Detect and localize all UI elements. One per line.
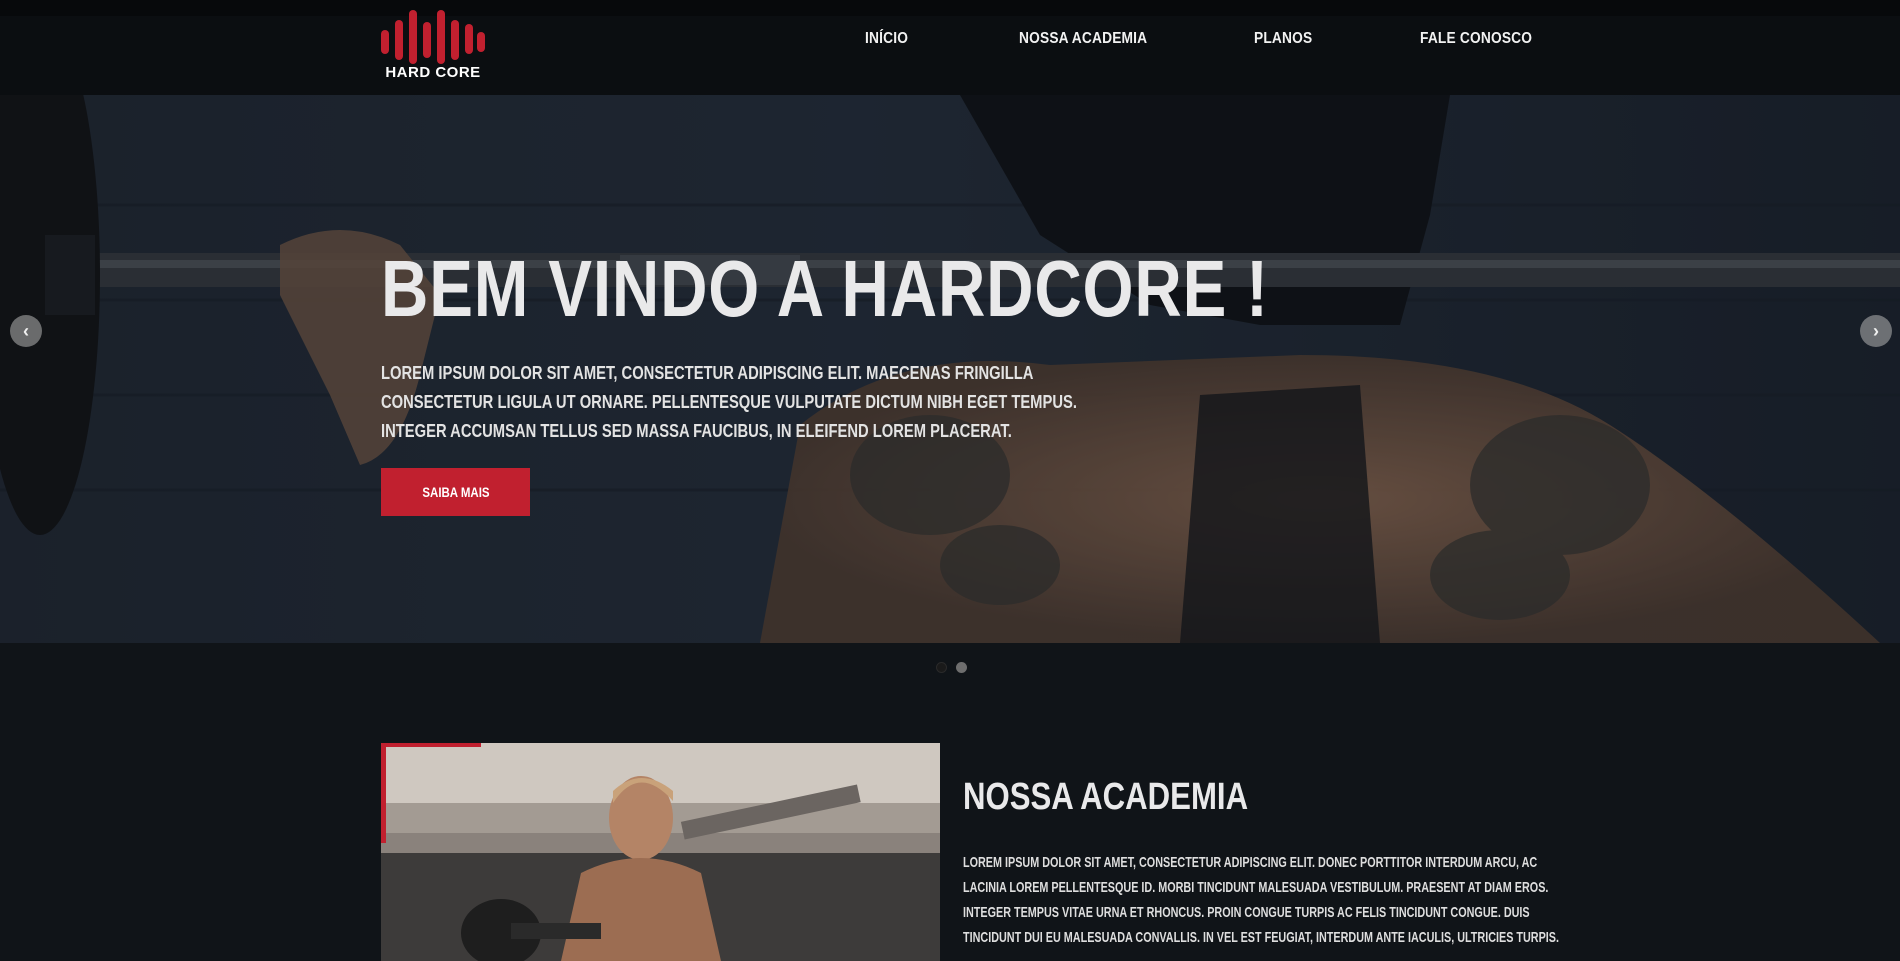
site-header: HARD CORE INÍCIO NOSSA ACADEMIA PLANOS F… [0,0,1900,95]
carousel-prev-button[interactable]: ‹ [10,315,42,347]
hero-title: BEM VINDO A HARDCORE ! [381,244,1269,333]
about-gym-image [381,743,940,961]
hero-description: LOREM IPSUM DOLOR SIT AMET, CONSECTETUR … [381,359,1077,446]
hero-description-line: LOREM IPSUM DOLOR SIT AMET, CONSECTETUR … [381,363,1034,383]
equalizer-logo-icon [381,10,485,64]
saiba-mais-button[interactable]: SAIBA MAIS [381,468,530,516]
nav-item-nossa-academia[interactable]: NOSSA ACADEMIA [1019,30,1147,48]
brand-logo[interactable]: HARD CORE [381,10,485,82]
about-title: NOSSA ACADEMIA [963,776,1249,818]
gym-photo [381,743,940,961]
saiba-mais-label: SAIBA MAIS [421,484,490,500]
chevron-right-icon: › [1873,321,1879,341]
about-image-accent-top [381,743,481,747]
about-description-line: INTEGER TEMPUS VITAE URNA ET RHONCUS. PR… [963,904,1530,921]
hero-carousel: ‹ › BEM VINDO A HARDCORE ! LOREM IPSUM D… [0,95,1900,643]
about-description-line: LOREM IPSUM DOLOR SIT AMET, CONSECTETUR … [963,854,1538,871]
about-description-line: LACINIA LOREM PELLENTESQUE ID. MORBI TIN… [963,879,1549,896]
nav-item-fale-conosco[interactable]: FALE CONOSCO [1420,30,1532,48]
about-description-line: TINCIDUNT DUI EU MALESUADA CONVALLIS. IN… [963,929,1560,946]
header-top-stripe [0,0,1900,16]
about-image-accent-left [381,743,386,843]
about-description: LOREM IPSUM DOLOR SIT AMET, CONSECTETUR … [963,850,1559,950]
carousel-next-button[interactable]: › [1860,315,1892,347]
hero-description-line: CONSECTETUR LIGULA UT ORNARE. PELLENTESQ… [381,392,1077,412]
carousel-dot-2[interactable] [956,662,967,673]
logo-text: HARD CORE [385,64,481,81]
hero-description-line: INTEGER ACCUMSAN TELLUS SED MASSA FAUCIB… [381,421,1012,441]
carousel-dot-1[interactable] [936,662,947,673]
nav-item-inicio[interactable]: INÍCIO [865,30,908,48]
nav-item-planos[interactable]: PLANOS [1254,30,1312,48]
chevron-left-icon: ‹ [23,321,29,341]
